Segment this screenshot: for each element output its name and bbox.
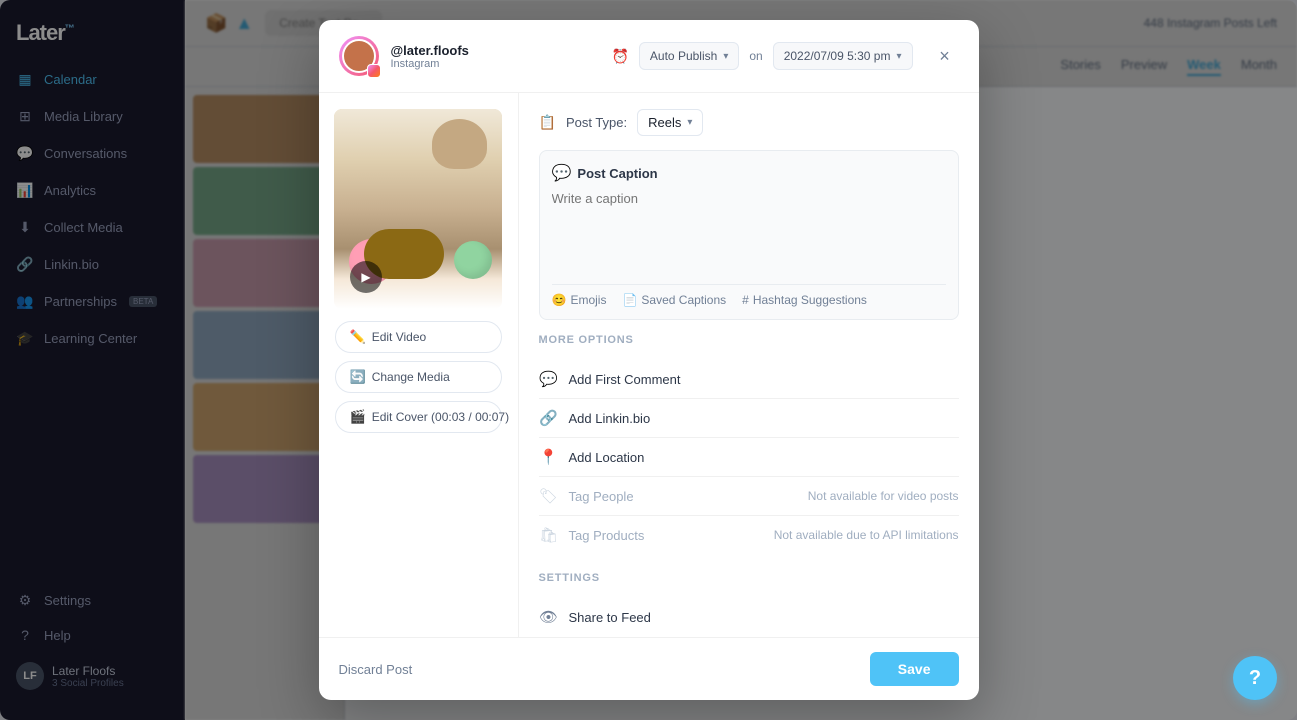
profile-handle: @later.floofs — [391, 43, 469, 58]
video-preview[interactable]: ▶ — [334, 109, 502, 309]
tag-people-row: 🏷 Tag People Not available for video pos… — [539, 477, 959, 516]
publish-type-label: Auto Publish — [650, 49, 717, 63]
profile-picture — [339, 36, 379, 76]
edit-video-label: Edit Video — [372, 330, 427, 344]
post-modal: @later.floofs Instagram ⏰ Auto Publish ▾… — [319, 20, 979, 700]
edit-video-icon: ✏️ — [350, 329, 366, 345]
emoji-icon: 😊 — [552, 293, 567, 307]
tag-people-icon: 🏷 — [539, 487, 559, 505]
tag-products-label: Tag Products — [569, 528, 645, 543]
play-button[interactable]: ▶ — [350, 261, 382, 293]
caption-actions: 😊 Emojis 📄 Saved Captions # Hashtag Sugg… — [552, 284, 946, 307]
caption-input[interactable] — [552, 191, 946, 271]
caption-section: 💬 Post Caption 😊 Emojis 📄 Saved Captions — [539, 150, 959, 320]
first-comment-icon: 💬 — [539, 370, 559, 388]
action-buttons: ✏️ Edit Video 🔄 Change Media 🎬 Edit Cove… — [335, 321, 502, 433]
profile-platform: Instagram — [391, 58, 469, 70]
profile-info: @later.floofs Instagram — [391, 43, 469, 70]
saved-captions-button[interactable]: 📄 Saved Captions — [622, 293, 726, 307]
close-button[interactable]: × — [931, 42, 959, 70]
post-type-chevron-icon: ▾ — [687, 117, 692, 128]
post-type-row: 📋 Post Type: Reels ▾ — [539, 109, 959, 136]
emojis-label: Emojis — [570, 293, 606, 307]
caption-header: 💬 Post Caption — [552, 163, 946, 183]
discard-button[interactable]: Discard Post — [339, 662, 413, 677]
datetime-select[interactable]: 2022/07/09 5:30 pm ▾ — [773, 42, 913, 70]
modal-footer: Discard Post Save — [319, 637, 979, 700]
tag-products-note: Not available due to API limitations — [774, 528, 959, 542]
add-first-comment-row[interactable]: 💬 Add First Comment — [539, 360, 959, 399]
tag-people-label: Tag People — [569, 489, 634, 504]
add-first-comment-label: Add First Comment — [569, 372, 681, 387]
saved-captions-label: Saved Captions — [641, 293, 726, 307]
save-button[interactable]: Save — [870, 652, 959, 686]
saved-captions-icon: 📄 — [622, 293, 637, 307]
post-type-label: Post Type: — [566, 115, 627, 130]
linkin-bio-option-icon: 🔗 — [539, 409, 559, 427]
tag-people-note: Not available for video posts — [808, 489, 959, 503]
caption-icon: 💬 — [552, 163, 572, 183]
modal-body: ▶ ✏️ Edit Video 🔄 Change Media 🎬 Edit Co… — [319, 93, 979, 637]
edit-cover-icon: 🎬 — [350, 409, 366, 425]
tag-products-row: 🛍 Tag Products Not available due to API … — [539, 516, 959, 554]
change-media-button[interactable]: 🔄 Change Media — [335, 361, 502, 393]
share-feed-icon: 👁 — [539, 608, 559, 626]
hashtag-suggestions-button[interactable]: # Hashtag Suggestions — [742, 293, 867, 307]
media-panel: ▶ ✏️ Edit Video 🔄 Change Media 🎬 Edit Co… — [319, 93, 519, 637]
add-location-label: Add Location — [569, 450, 645, 465]
ball-green — [454, 241, 492, 279]
edit-cover-button[interactable]: 🎬 Edit Cover (00:03 / 00:07) — [335, 401, 502, 433]
publish-icon: ⏰ — [611, 48, 628, 65]
edit-cover-label: Edit Cover (00:03 / 00:07) — [372, 410, 509, 424]
add-location-row[interactable]: 📍 Add Location — [539, 438, 959, 477]
modal-header: @later.floofs Instagram ⏰ Auto Publish ▾… — [319, 20, 979, 93]
post-type-value: Reels — [648, 115, 681, 130]
add-linkin-bio-row[interactable]: 🔗 Add Linkin.bio — [539, 399, 959, 438]
settings-label: SETTINGS — [539, 572, 959, 584]
help-bubble[interactable]: ? — [1233, 656, 1277, 700]
header-controls: ⏰ Auto Publish ▾ on 2022/07/09 5:30 pm ▾… — [611, 42, 958, 70]
instagram-badge — [367, 64, 381, 78]
post-type-icon: 📋 — [539, 114, 556, 131]
hashtag-label: Hashtag Suggestions — [753, 293, 867, 307]
options-list: 💬 Add First Comment 🔗 Add Linkin.bio 📍 A… — [539, 360, 959, 554]
datetime-label: 2022/07/09 5:30 pm — [784, 49, 891, 63]
publish-type-select[interactable]: Auto Publish ▾ — [639, 42, 739, 70]
add-linkin-bio-label: Add Linkin.bio — [569, 411, 651, 426]
tag-products-icon: 🛍 — [539, 526, 559, 544]
emojis-button[interactable]: 😊 Emojis — [552, 293, 607, 307]
on-label: on — [749, 49, 762, 63]
right-panel: 📋 Post Type: Reels ▾ 💬 Post Caption — [519, 93, 979, 637]
more-options-label: MORE OPTIONS — [539, 334, 959, 346]
edit-video-button[interactable]: ✏️ Edit Video — [335, 321, 502, 353]
share-to-feed-label: Share to Feed — [569, 610, 651, 625]
publish-chevron-icon: ▾ — [723, 51, 728, 62]
post-type-select[interactable]: Reels ▾ — [637, 109, 703, 136]
caption-title: Post Caption — [577, 166, 657, 181]
location-icon: 📍 — [539, 448, 559, 466]
dog-head — [432, 119, 487, 169]
modal-overlay: @later.floofs Instagram ⏰ Auto Publish ▾… — [0, 0, 1297, 720]
change-media-icon: 🔄 — [350, 369, 366, 385]
hashtag-icon: # — [742, 293, 749, 307]
change-media-label: Change Media — [372, 370, 450, 384]
datetime-chevron-icon: ▾ — [896, 51, 901, 62]
share-to-feed-row[interactable]: 👁 Share to Feed — [539, 598, 959, 636]
